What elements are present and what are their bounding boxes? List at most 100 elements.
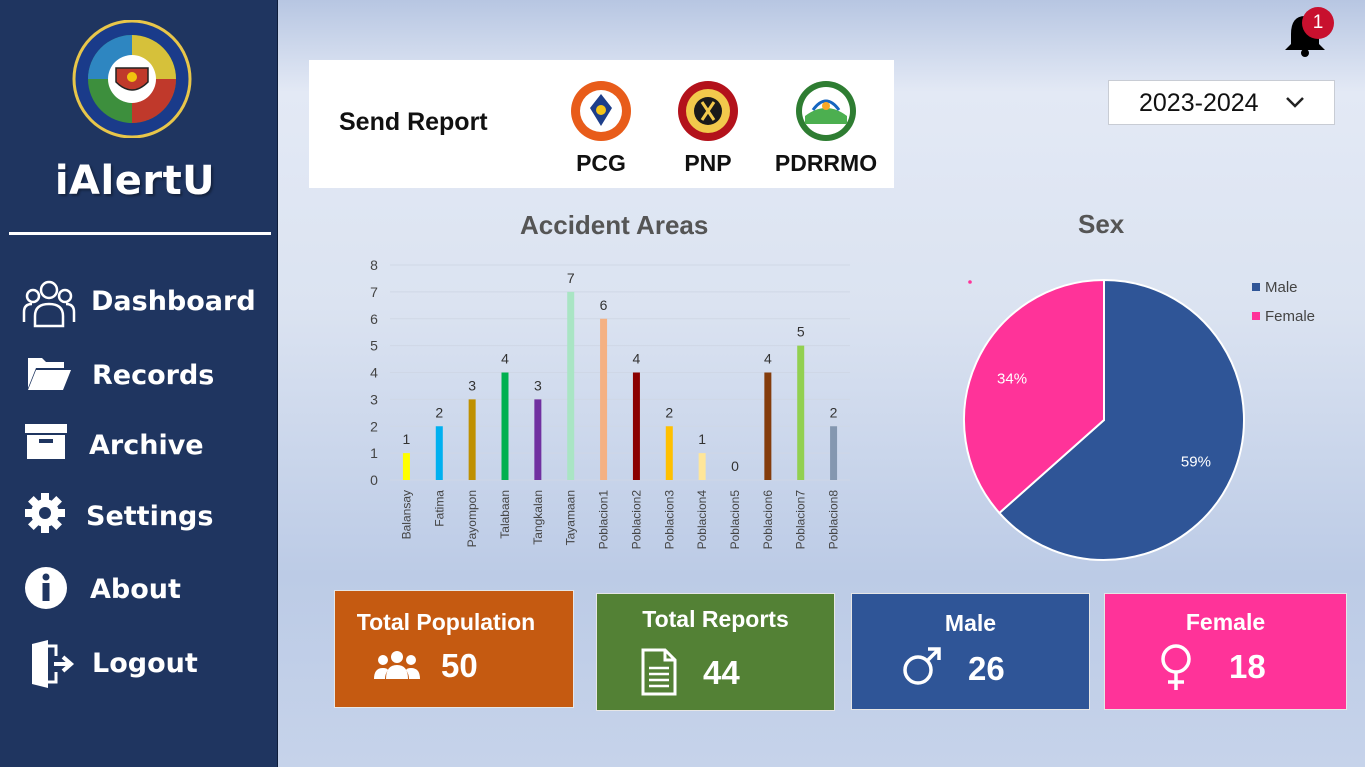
- total-reports-card: Total Reports 44: [596, 593, 835, 711]
- y-tick-label: 4: [370, 365, 378, 381]
- male-count-card: Male 26: [851, 593, 1090, 710]
- y-tick-label: 8: [370, 257, 378, 273]
- legend-swatch: [1252, 283, 1260, 291]
- bar: [600, 318, 608, 480]
- sidebar-item-label: About: [90, 574, 181, 605]
- sidebar: iAlertU Dashboard Records Archive Settin…: [0, 0, 278, 767]
- people-icon: [373, 649, 421, 686]
- x-tick-label: Balansay: [399, 490, 413, 539]
- folder-icon: [26, 352, 76, 398]
- coast-guard-seal-icon: [568, 80, 634, 142]
- accident-areas-bar-chart: 0 1 2 3 4 5 6 7 8 1 Balansay 2 Fatima 3 Payompon 4 Talab…: [370, 257, 850, 550]
- sidebar-item-label: Archive: [89, 430, 204, 461]
- sex-chart-title: Sex: [1078, 209, 1125, 239]
- archive-icon: [25, 422, 75, 468]
- y-tick-label: 3: [370, 391, 378, 407]
- data-label: 2: [830, 404, 838, 420]
- bar: [764, 372, 772, 480]
- sidebar-item-dashboard[interactable]: Dashboard: [0, 272, 278, 328]
- agency-label: PNP: [684, 150, 732, 176]
- bar: [501, 372, 509, 480]
- data-label: 4: [501, 351, 509, 367]
- data-label: 4: [764, 351, 772, 367]
- send-report-title: Send Report: [339, 108, 488, 136]
- document-icon: [641, 648, 677, 701]
- info-icon: [24, 566, 74, 612]
- sidebar-item-label: Dashboard: [91, 286, 256, 317]
- card-title: Male: [944, 610, 997, 636]
- agency-label: PDRRMO: [774, 150, 878, 176]
- notification-count-badge: 1: [1302, 7, 1334, 39]
- total-population-card: Total Population 50: [334, 590, 574, 708]
- sidebar-item-about[interactable]: About: [0, 560, 278, 616]
- data-label: 2: [435, 404, 443, 420]
- users-icon: [22, 278, 76, 328]
- x-tick-label: Poblacion7: [794, 490, 808, 550]
- x-tick-label: Payompon: [465, 490, 479, 547]
- gear-icon: [25, 493, 75, 539]
- send-to-pdrrmo-button[interactable]: PDRRMO: [771, 78, 881, 186]
- x-tick-label: Tayamaan: [564, 490, 578, 545]
- bar: [435, 426, 443, 480]
- chevron-down-icon: [1285, 95, 1305, 111]
- sidebar-item-label: Records: [92, 360, 215, 391]
- male-count-value: 26: [968, 650, 1005, 687]
- bar: [665, 426, 673, 480]
- data-label: 7: [567, 270, 575, 286]
- data-label: 0: [731, 458, 739, 474]
- data-label: 3: [534, 377, 542, 393]
- y-tick-label: 5: [370, 338, 378, 354]
- send-to-pnp-button[interactable]: PNP: [653, 78, 763, 186]
- sidebar-item-records[interactable]: Records: [0, 346, 278, 402]
- y-tick-label: 0: [370, 472, 378, 488]
- bell-icon: [1283, 16, 1327, 62]
- bar: [567, 291, 575, 480]
- x-tick-label: Poblacion5: [728, 490, 742, 550]
- data-label: 1: [698, 431, 706, 447]
- data-label: 6: [600, 297, 608, 313]
- sidebar-item-label: Settings: [86, 501, 214, 532]
- female-symbol-icon: [1159, 644, 1193, 697]
- y-tick-label: 2: [370, 418, 378, 434]
- logout-button[interactable]: Logout: [0, 634, 278, 690]
- stray-dot: [968, 280, 972, 284]
- pie-data-label: 59%: [1181, 453, 1211, 470]
- x-tick-label: Poblacion4: [695, 490, 709, 550]
- data-label: 1: [403, 431, 411, 447]
- y-tick-label: 1: [370, 445, 378, 461]
- data-label: 2: [665, 404, 673, 420]
- female-count-value: 18: [1229, 648, 1266, 685]
- x-tick-label: Fatima: [432, 490, 446, 527]
- card-title: Female: [1185, 609, 1266, 635]
- legend-swatch: [1252, 312, 1260, 320]
- data-label: 3: [468, 377, 476, 393]
- pdrrmo-seal-icon: [793, 80, 859, 142]
- data-label: 4: [633, 351, 641, 367]
- pie-data-label: 34%: [997, 371, 1027, 388]
- legend-label: Female: [1265, 308, 1315, 325]
- bar: [534, 399, 542, 480]
- sidebar-item-archive[interactable]: Archive: [0, 416, 278, 472]
- bar: [797, 345, 805, 480]
- bar: [402, 453, 410, 480]
- data-label: 5: [797, 324, 805, 340]
- x-tick-label: Poblacion2: [629, 490, 643, 550]
- card-title: Total Reports: [642, 606, 789, 632]
- x-tick-label: Poblacion1: [597, 490, 611, 550]
- send-to-pcg-button[interactable]: PCG: [546, 78, 656, 186]
- sidebar-item-label: Logout: [92, 648, 198, 679]
- year-filter-value: 2023-2024: [1139, 89, 1259, 117]
- sidebar-item-settings[interactable]: Settings: [0, 487, 278, 543]
- total-reports-value: 44: [703, 654, 740, 691]
- x-tick-label: Poblacion6: [761, 490, 775, 550]
- bar: [830, 426, 838, 480]
- total-population-value: 50: [441, 647, 478, 684]
- bar: [468, 399, 476, 480]
- sidebar-divider: [9, 232, 271, 235]
- x-tick-label: Poblacion3: [662, 490, 676, 550]
- sex-pie-chart: 59% 34% Male Female: [963, 278, 1315, 561]
- accident-chart-title: Accident Areas: [520, 210, 709, 240]
- year-filter-select[interactable]: 2023-2024: [1108, 80, 1335, 125]
- app-title: iAlertU: [54, 158, 216, 204]
- x-tick-label: Tangkalan: [531, 490, 545, 545]
